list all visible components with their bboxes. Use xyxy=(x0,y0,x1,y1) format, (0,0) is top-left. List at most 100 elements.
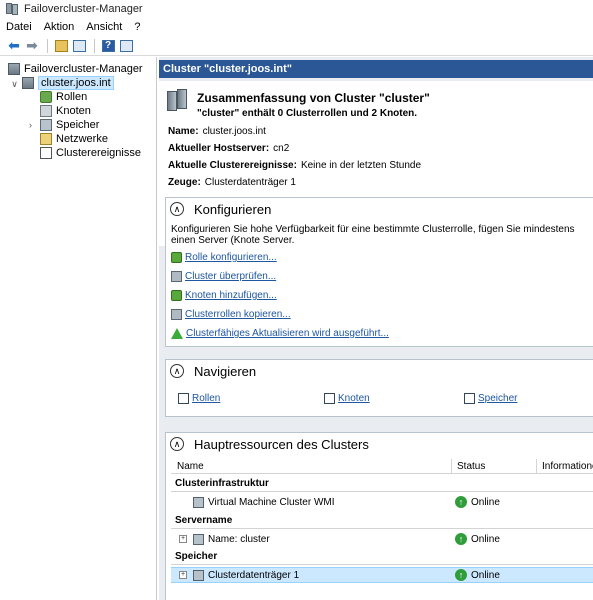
help-icon[interactable]: ? xyxy=(100,38,116,54)
column-name[interactable]: Name xyxy=(177,461,204,472)
link-label[interactable]: Knoten xyxy=(338,393,370,404)
link-label[interactable]: Speicher xyxy=(478,393,517,404)
configure-header[interactable]: ∧ Konfigurieren xyxy=(166,198,593,220)
column-divider[interactable] xyxy=(536,459,537,474)
tree-item-rollen[interactable]: Rollen xyxy=(40,90,87,104)
summary-host-label: Aktueller Hostserver: xyxy=(168,143,270,154)
action-pane-icon[interactable] xyxy=(118,38,134,54)
resources-section: ∧ Hauptressourcen des Clusters Name Stat… xyxy=(165,432,593,600)
tree-item-label: Knoten xyxy=(56,105,91,117)
resource-name: Clusterdatenträger 1 xyxy=(208,570,300,581)
menu-aktion[interactable]: Aktion xyxy=(44,21,75,33)
tree-item-speicher[interactable]: Speicher xyxy=(40,118,99,132)
resource-status: Online xyxy=(471,570,500,581)
link-label[interactable]: Rolle konfigurieren... xyxy=(185,252,277,263)
events-icon xyxy=(40,147,52,159)
shortcut-arrow-icon xyxy=(178,393,189,404)
link-label[interactable]: Clusterfähiges Aktualisieren wird ausgef… xyxy=(186,328,389,339)
chevron-up-icon[interactable]: ∧ xyxy=(170,437,184,451)
window-title: Failovercluster-Manager xyxy=(24,3,143,15)
link-label[interactable]: Rollen xyxy=(192,393,220,404)
back-arrow-icon[interactable]: ⬅ xyxy=(6,37,22,54)
menu-ansicht[interactable]: Ansicht xyxy=(86,21,122,33)
tree-root[interactable]: Failovercluster-Manager xyxy=(8,62,143,76)
column-status[interactable]: Status xyxy=(457,461,485,472)
main-header: Cluster "cluster.joos.int" xyxy=(159,60,593,78)
summary-witness-label: Zeuge: xyxy=(168,177,201,188)
nav-link-rollen[interactable]: Rollen xyxy=(178,392,220,405)
table-row[interactable]: + Clusterdatenträger 1 ↑ Online xyxy=(171,567,593,583)
chevron-down-icon[interactable]: ∨ xyxy=(10,79,19,90)
cluster-manager-icon xyxy=(8,63,20,75)
nav-link-knoten[interactable]: Knoten xyxy=(324,392,370,405)
menu-help[interactable]: ? xyxy=(134,21,140,33)
tree-item-netzwerke[interactable]: Netzwerke xyxy=(40,132,108,146)
chevron-up-icon[interactable]: ∧ xyxy=(170,202,184,216)
resource-name: Name: cluster xyxy=(208,534,270,545)
link-validate-cluster[interactable]: Cluster überprüfen... xyxy=(171,270,276,283)
tree-item-clusterereignisse[interactable]: Clusterereignisse xyxy=(40,146,141,160)
tree-item-knoten[interactable]: Knoten xyxy=(40,104,91,118)
link-cluster-aware-update[interactable]: Clusterfähiges Aktualisieren wird ausgef… xyxy=(171,327,389,340)
disk-icon xyxy=(193,570,204,581)
resources-header[interactable]: ∧ Hauptressourcen des Clusters xyxy=(166,433,593,455)
nav-link-speicher[interactable]: Speicher xyxy=(464,392,517,405)
forward-arrow-icon[interactable]: ➡ xyxy=(24,37,40,54)
summary-witness-row: Zeuge: Clusterdatenträger 1 xyxy=(168,177,296,188)
summary-name-label: Name: xyxy=(168,126,199,137)
table-header: Name Status Informationen xyxy=(171,459,593,474)
add-node-icon xyxy=(171,290,182,301)
table-row[interactable]: + Name: cluster ↑ Online xyxy=(171,532,593,548)
roles-icon xyxy=(40,91,52,103)
table-row[interactable]: Virtual Machine Cluster WMI ↑ Online xyxy=(171,495,593,511)
console-tree: Failovercluster-Manager ∨ cluster.joos.i… xyxy=(0,57,157,600)
toolbar: ⬅ ➡ ? xyxy=(0,36,593,56)
show-hide-console-tree-icon[interactable] xyxy=(71,38,87,54)
link-add-node[interactable]: Knoten hinzufügen... xyxy=(171,289,277,302)
column-divider[interactable] xyxy=(451,459,452,474)
summary-events-row: Aktuelle Clusterereignisse: Keine in der … xyxy=(168,160,421,171)
column-informationen[interactable]: Informationen xyxy=(542,461,593,472)
shortcut-arrow-icon xyxy=(324,393,335,404)
group-divider xyxy=(171,491,593,492)
storage-icon xyxy=(40,119,52,131)
chevron-up-icon[interactable]: ∧ xyxy=(170,364,184,378)
resource-name: Virtual Machine Cluster WMI xyxy=(208,497,335,508)
group-clusterinfrastruktur: Clusterinfrastruktur xyxy=(175,478,269,489)
expand-plus-icon[interactable]: + xyxy=(179,535,187,543)
update-arrow-icon xyxy=(171,328,183,339)
menu-bar: Datei Aktion Ansicht ? xyxy=(0,18,593,36)
online-status-icon: ↑ xyxy=(455,496,467,508)
online-status-icon: ↑ xyxy=(455,569,467,581)
window-titlebar: Failovercluster-Manager xyxy=(0,0,593,18)
toolbar-divider xyxy=(47,38,48,53)
tree-item-cluster[interactable]: cluster.joos.int xyxy=(22,76,114,90)
main-pane: Cluster "cluster.joos.int" Zusammenfassu… xyxy=(159,57,593,600)
resource-status: Online xyxy=(471,534,500,545)
link-copy-roles[interactable]: Clusterrollen kopieren... xyxy=(171,308,291,321)
tree-root-label: Failovercluster-Manager xyxy=(24,63,143,75)
online-status-icon: ↑ xyxy=(455,533,467,545)
nodes-icon xyxy=(40,105,52,117)
summary-name-row: Name: cluster.joos.int xyxy=(168,126,266,137)
navigate-title: Navigieren xyxy=(194,363,257,379)
group-divider xyxy=(171,564,593,565)
link-label[interactable]: Clusterrollen kopieren... xyxy=(185,309,291,320)
tree-item-label: Speicher xyxy=(56,119,100,131)
link-configure-role[interactable]: Rolle konfigurieren... xyxy=(171,251,277,264)
navigate-header[interactable]: ∧ Navigieren xyxy=(166,360,593,382)
copy-roles-icon xyxy=(171,309,182,320)
configure-section: ∧ Konfigurieren Konfigurieren Sie hohe V… xyxy=(165,197,593,347)
summary-name-value: cluster.joos.int xyxy=(202,126,266,137)
expand-plus-icon[interactable]: + xyxy=(179,571,187,579)
resource-status: Online xyxy=(471,497,500,508)
summary-events-label: Aktuelle Clusterereignisse: xyxy=(168,160,297,171)
link-label[interactable]: Knoten hinzufügen... xyxy=(185,290,277,301)
summary-subtitle: "cluster" enthält 0 Clusterrollen und 2 … xyxy=(197,108,418,119)
up-folder-icon[interactable] xyxy=(53,38,69,54)
link-label[interactable]: Cluster überprüfen... xyxy=(185,271,276,282)
chevron-right-icon[interactable]: › xyxy=(26,120,35,130)
menu-datei[interactable]: Datei xyxy=(6,21,32,33)
configure-title: Konfigurieren xyxy=(194,201,272,217)
group-divider xyxy=(171,528,593,529)
